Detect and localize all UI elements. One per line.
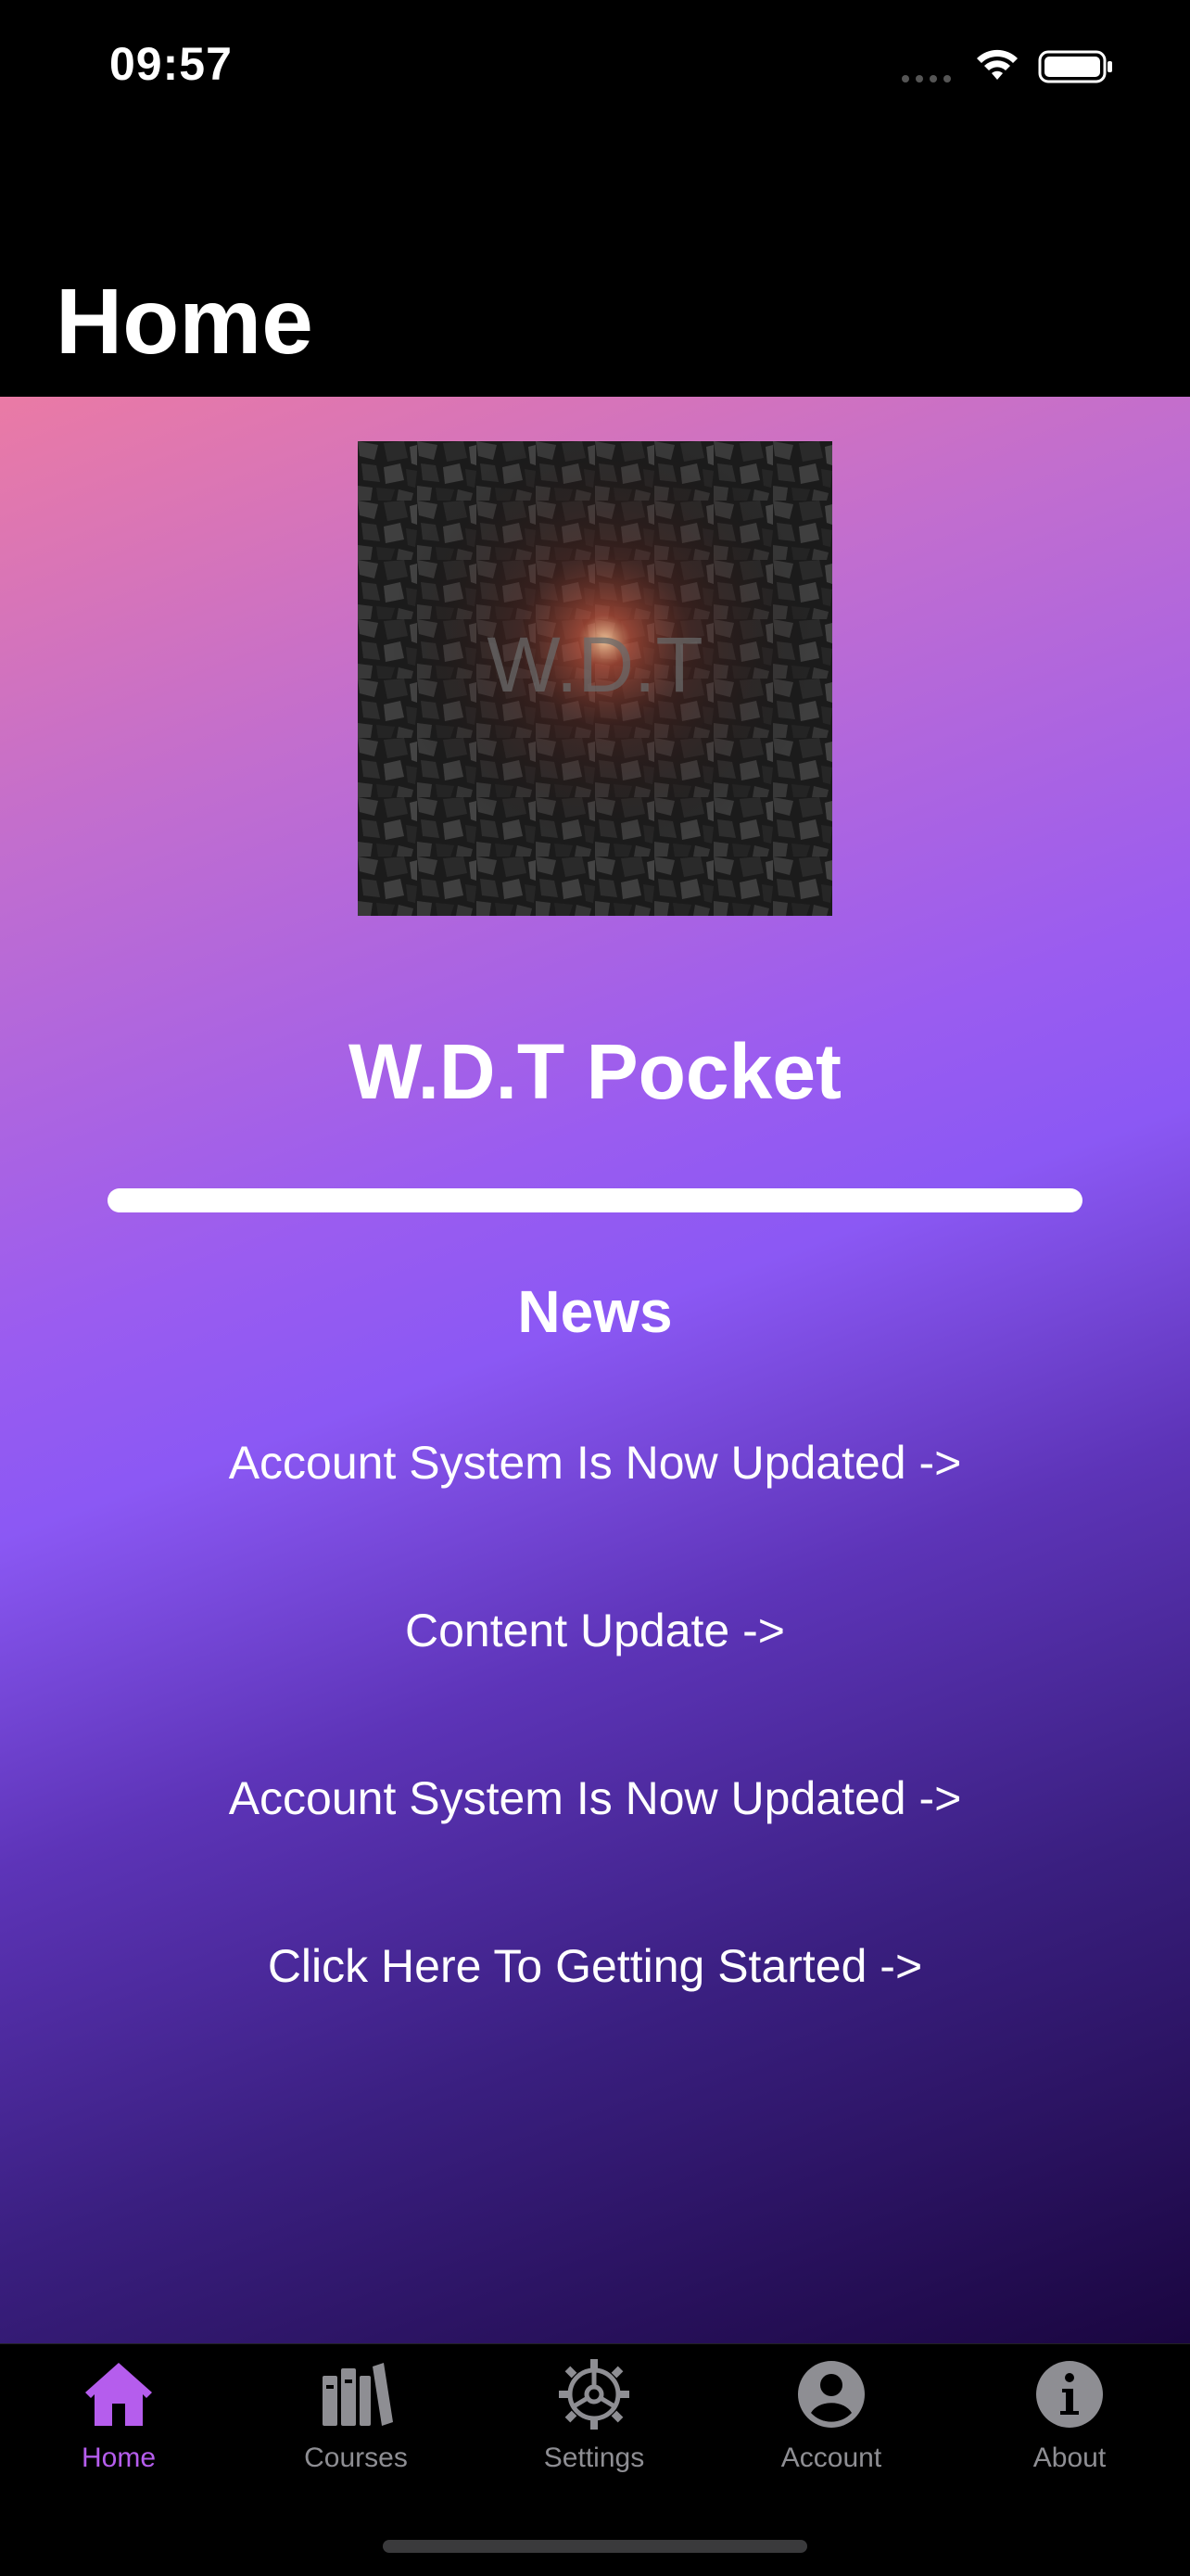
news-heading: News [517,1278,673,1345]
app-logo-image: W.D.T [358,441,832,916]
tab-home-label: Home [81,2443,157,2473]
wifi-icon [977,49,1018,80]
tab-account-label: Account [780,2443,882,2473]
app-name: W.D.T Pocket [348,1028,842,1115]
logo-text: W.D.T [487,621,703,708]
info-circle-icon [1036,2361,1103,2428]
person-circle-icon [798,2361,865,2428]
tab-about[interactable]: About [977,2357,1162,2506]
status-bar: 09:57 [0,0,1190,139]
gear-icon [559,2359,629,2430]
books-icon [323,2363,393,2426]
tab-account[interactable]: Account [739,2357,924,2506]
tab-courses[interactable]: Courses [263,2357,449,2506]
house-icon [85,2363,152,2426]
news-list: Account System Is Now Updated -> Content… [0,1440,1190,2111]
navigation-bar: Home [0,139,1190,397]
news-link-content-update[interactable]: Content Update -> [0,1607,1190,1775]
battery-icon [1038,50,1112,83]
home-content: W.D.T W.D.T Pocket News Account System I… [0,397,1190,2343]
tab-home[interactable]: Home [26,2357,211,2506]
tab-settings-label: Settings [543,2443,645,2473]
tab-courses-label: Courses [304,2443,408,2473]
news-link-account-system-2[interactable]: Account System Is Now Updated -> [0,1775,1190,1943]
home-indicator[interactable] [383,2540,807,2553]
page-title: Home [56,270,313,374]
logo-artwork: W.D.T [358,441,832,916]
status-time: 09:57 [109,38,233,90]
cellular-signal-icon [902,75,951,82]
tab-settings[interactable]: Settings [501,2357,687,2506]
news-link-account-system[interactable]: Account System Is Now Updated -> [0,1440,1190,1607]
news-link-getting-started[interactable]: Click Here To Getting Started -> [0,1943,1190,2111]
tab-about-label: About [1032,2443,1107,2473]
divider [108,1188,1082,1212]
